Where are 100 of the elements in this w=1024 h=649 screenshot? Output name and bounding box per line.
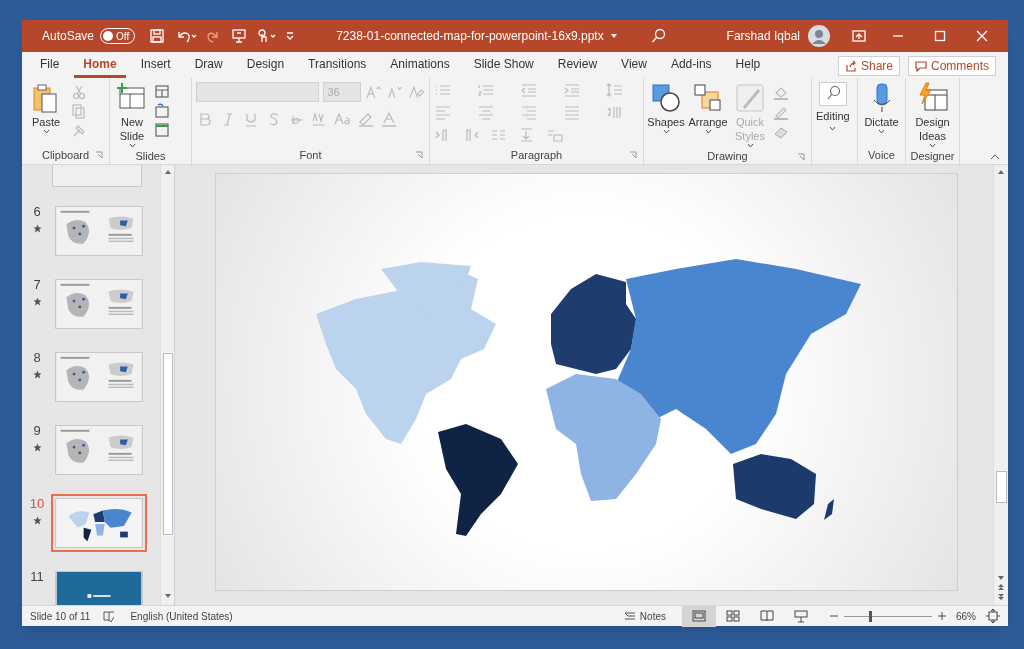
dialog-launcher-icon[interactable]: [797, 153, 805, 161]
highlighter-icon[interactable]: [357, 111, 375, 127]
shrink-font-icon[interactable]: [386, 84, 404, 100]
line-spacing-icon[interactable]: [606, 82, 624, 98]
caret-icon: [128, 143, 136, 148]
ribbon-tab[interactable]: Draw: [185, 52, 232, 78]
section-icon[interactable]: [154, 122, 172, 138]
caret-icon: [878, 129, 885, 134]
slide-number: 8: [33, 349, 41, 367]
scroll-up-icon[interactable]: [997, 169, 1005, 175]
align-right-icon[interactable]: [520, 104, 538, 121]
fit-to-window-icon[interactable]: [986, 609, 1000, 623]
search-icon[interactable]: [650, 28, 667, 44]
ribbon-tab[interactable]: Add-ins: [661, 52, 721, 78]
next-slide-icon[interactable]: [997, 593, 1005, 601]
slide-number: 7: [33, 276, 41, 294]
scrollbar[interactable]: [993, 165, 1008, 605]
dialog-launcher-icon[interactable]: [629, 151, 637, 159]
autosave-label: AutoSave: [42, 28, 95, 45]
ribbon-tab[interactable]: Transitions: [299, 52, 376, 78]
align-left-icon[interactable]: [434, 104, 452, 121]
editing-button[interactable]: Editing: [816, 82, 850, 146]
decrease-indent-icon[interactable]: [520, 82, 538, 98]
arrange-icon: [692, 82, 724, 114]
notes-icon: [623, 611, 636, 621]
design-ideas-icon: [916, 82, 949, 114]
cut-icon[interactable]: [70, 84, 88, 100]
ribbon-tab[interactable]: Slide Show: [464, 52, 543, 78]
notes-button[interactable]: Notes: [617, 608, 672, 624]
caret-icon: [704, 129, 712, 134]
ribbon-button[interactable]: Design Ideas: [910, 82, 955, 148]
maximize-icon[interactable]: [934, 30, 946, 42]
dialog-launcher-icon[interactable]: [415, 151, 423, 159]
ribbon-button[interactable]: Shapes: [648, 82, 684, 148]
presenter-icon[interactable]: [231, 28, 248, 44]
slide-counter: Slide 10 of 11: [30, 609, 91, 624]
dialog-launcher-icon[interactable]: [95, 151, 103, 159]
grow-font-icon[interactable]: [364, 84, 383, 100]
avatar-icon: [808, 25, 830, 47]
ribbon-button[interactable]: New Slide: [114, 82, 150, 148]
bullets-icon[interactable]: [434, 82, 452, 98]
slide-number: 9: [33, 422, 41, 440]
zoom-slider[interactable]: [844, 610, 932, 622]
ribbon-tab[interactable]: Review: [548, 52, 607, 78]
group-label: Clipboard: [41, 147, 90, 163]
search-icon: [818, 82, 847, 106]
clear-formatting-icon[interactable]: [407, 84, 425, 100]
spelling-icon[interactable]: [102, 610, 115, 622]
ribbon-tab[interactable]: Insert: [131, 52, 180, 78]
collapse-ribbon-icon[interactable]: [990, 154, 1000, 160]
ribbon-display-icon[interactable]: [852, 29, 866, 43]
ribbon-tab[interactable]: Help: [726, 52, 770, 78]
caret-icon: [746, 143, 754, 148]
ribbon-tab[interactable]: File: [31, 52, 69, 78]
font-color-icon[interactable]: [380, 111, 398, 127]
save-icon[interactable]: [149, 28, 166, 44]
quick-styles-icon: [734, 82, 766, 114]
scroll-down-icon[interactable]: [163, 593, 172, 599]
scroll-thumb[interactable]: [162, 353, 173, 535]
change-case-icon[interactable]: [334, 111, 352, 127]
ribbon-button[interactable]: Dictate: [862, 82, 901, 146]
comments-button[interactable]: Comments: [908, 56, 996, 76]
font-name-field[interactable]: [196, 82, 320, 102]
align-center-icon[interactable]: [477, 104, 495, 121]
previous-slide-icon[interactable]: [997, 583, 1005, 591]
group-label: Paragraph: [510, 147, 563, 163]
close-icon[interactable]: [976, 30, 988, 42]
scroll-thumb[interactable]: [995, 471, 1007, 503]
caret-icon: [929, 143, 936, 148]
increase-indent-icon[interactable]: [563, 82, 581, 98]
caret-icon: [662, 129, 670, 134]
group-label: Slides: [135, 149, 166, 164]
numbering-icon[interactable]: [477, 82, 495, 98]
scrollbar[interactable]: [160, 165, 174, 605]
copy-icon[interactable]: [70, 103, 88, 119]
touch-icon[interactable]: [255, 28, 278, 44]
zoom-out-icon[interactable]: [830, 612, 838, 620]
slideshow-icon: [794, 609, 808, 623]
language-label[interactable]: English (United States): [130, 608, 233, 624]
zoom-slider-thumb[interactable]: [869, 610, 873, 622]
caret-icon[interactable]: [609, 33, 618, 39]
ribbon-button[interactable]: Paste: [26, 82, 66, 146]
slide-sorter-icon: [726, 609, 740, 623]
caret-icon: [42, 129, 50, 134]
group-label: Voice: [868, 147, 895, 163]
ribbon-tab[interactable]: Animations: [381, 52, 459, 78]
scroll-down-icon[interactable]: [997, 575, 1005, 581]
justify-icon[interactable]: [563, 104, 581, 121]
group-label: Designer: [910, 149, 955, 164]
share-button[interactable]: Share: [837, 56, 900, 76]
reset-icon[interactable]: [154, 103, 172, 119]
scroll-up-icon[interactable]: [163, 169, 172, 175]
comment-icon: [915, 60, 927, 72]
slide-thumbnail[interactable]: [52, 165, 142, 187]
ribbon-button[interactable]: Arrange: [688, 82, 728, 148]
layout-icon[interactable]: [154, 84, 172, 100]
ribbon-tab[interactable]: Design: [237, 52, 294, 78]
zoom-in-icon[interactable]: [938, 612, 946, 620]
zoom-level[interactable]: 66%: [956, 608, 976, 624]
ribbon-tab[interactable]: View: [612, 52, 656, 78]
